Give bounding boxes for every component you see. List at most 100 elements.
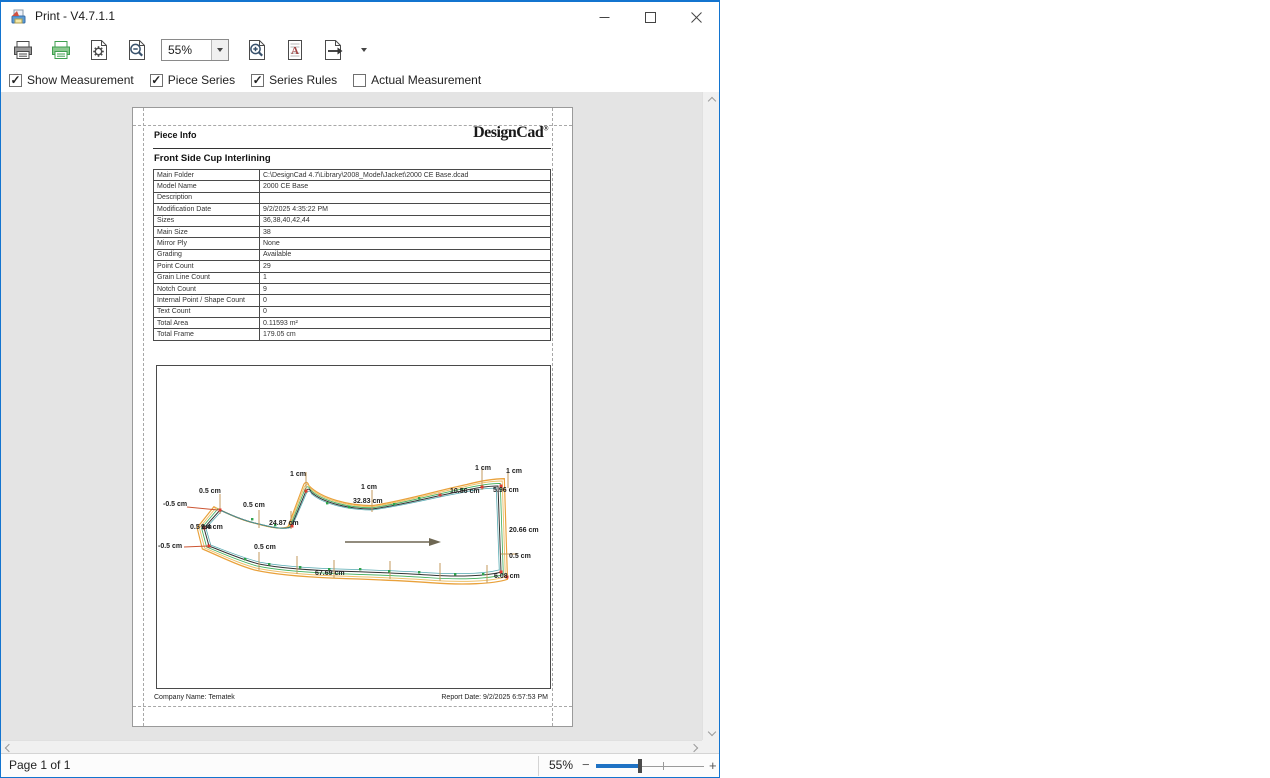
quick-print-button[interactable] — [47, 35, 75, 65]
report-date: Report Date: 9/2/2025 6:57:53 PM — [441, 694, 548, 701]
table-cell-value: 29 — [260, 261, 551, 272]
table-row: GradingAvailable — [154, 249, 551, 260]
table-cell-value: 9 — [260, 283, 551, 294]
table-cell-label: Description — [154, 192, 260, 203]
table-cell-value — [260, 192, 551, 203]
zoom-level-select[interactable]: 55% — [161, 39, 229, 61]
svg-text:A: A — [291, 45, 299, 57]
close-button[interactable] — [673, 2, 719, 32]
page-indicator: Page 1 of 1 — [9, 758, 70, 772]
table-cell-label: Notch Count — [154, 283, 260, 294]
measurement-label: 10.56 cm — [450, 488, 480, 495]
checkbox-piece-series[interactable]: ✓Piece Series — [150, 73, 235, 87]
measurement-label: 0.5 cm — [199, 488, 221, 495]
table-row: Modification Date9/2/2025 4:35:22 PM — [154, 204, 551, 215]
statusbar: Page 1 of 1 55% − + — [1, 753, 719, 777]
toolbar: 55% A — [1, 32, 719, 68]
chevron-down-icon — [217, 48, 223, 52]
vertical-scrollbar[interactable] — [702, 92, 719, 740]
scroll-down-button[interactable] — [703, 723, 719, 740]
chevron-down-icon — [707, 727, 715, 735]
checkbox-series-rules[interactable]: ✓Series Rules — [251, 73, 337, 87]
zoom-slider[interactable] — [596, 754, 704, 778]
chevron-down-icon — [361, 48, 367, 52]
measurement-label: -0.5 cm — [158, 543, 182, 550]
minimize-icon — [599, 12, 610, 23]
table-row: Point Count29 — [154, 261, 551, 272]
table-row: Model Name2000 CE Base — [154, 181, 551, 192]
measurement-label: 0.5 cm — [243, 502, 265, 509]
print-button[interactable] — [9, 35, 37, 65]
measurement-label: 1 cm — [361, 484, 377, 491]
measurement-label: 0.5 cm — [254, 544, 276, 551]
zoom-in-icon — [245, 38, 269, 62]
margin-guide-left — [143, 108, 144, 726]
table-row: Notch Count9 — [154, 283, 551, 294]
measurement-label: 5.96 cm — [493, 487, 519, 494]
checkbox-icon: ✓ — [150, 74, 163, 87]
table-cell-label: Text Count — [154, 306, 260, 317]
maximize-button[interactable] — [627, 2, 673, 32]
horizontal-scrollbar[interactable] — [1, 740, 702, 754]
margin-guide-bottom — [133, 706, 572, 707]
measurement-label: -0.5 cm — [163, 501, 187, 508]
table-row: Main Size38 — [154, 226, 551, 237]
checkbox-icon — [353, 74, 366, 87]
print-preview-area: Piece Info DesignCad® Front Side Cup Int… — [1, 92, 719, 754]
table-cell-value: 38 — [260, 226, 551, 237]
font-settings-button[interactable]: A — [281, 35, 309, 65]
table-row: Sizes36,38,40,42,44 — [154, 215, 551, 226]
export-dropdown-button[interactable] — [357, 35, 371, 65]
zoom-level-dropdown-button[interactable] — [211, 40, 228, 60]
table-row: Description — [154, 192, 551, 203]
measurement-label: 32.83 cm — [353, 498, 383, 505]
table-cell-value: 0.11593 m² — [260, 318, 551, 329]
scroll-up-button[interactable] — [703, 92, 719, 109]
table-cell-label: Internal Point / Shape Count — [154, 295, 260, 306]
measurement-label: 20.66 cm — [509, 527, 539, 534]
zoom-out-button[interactable] — [123, 35, 151, 65]
app-icon — [10, 8, 28, 26]
measurement-label: 1 cm — [475, 465, 491, 472]
zoom-level-value: 55% — [162, 43, 211, 57]
options-row: ✓Show Measurement ✓Piece Series ✓Series … — [1, 68, 719, 92]
measurement-label: 24.87 cm — [269, 520, 299, 527]
scrollbar-corner — [702, 740, 719, 754]
statusbar-zoom-value: 55% — [549, 758, 573, 772]
print-settings-button[interactable] — [85, 35, 113, 65]
zoom-slider-track — [642, 766, 704, 767]
table-cell-label: Grading — [154, 249, 260, 260]
zoom-decrease-button[interactable]: − — [582, 757, 590, 772]
report-section-title: Piece Info — [154, 130, 197, 140]
print-icon — [11, 38, 35, 62]
zoom-out-icon — [125, 38, 149, 62]
table-cell-value: Available — [260, 249, 551, 260]
titlebar[interactable]: Print - V4.7.1.1 — [1, 2, 719, 32]
preview-page: Piece Info DesignCad® Front Side Cup Int… — [132, 107, 573, 727]
export-button[interactable] — [319, 35, 347, 65]
table-cell-value: 9/2/2025 4:35:22 PM — [260, 204, 551, 215]
table-cell-value: 1 — [260, 272, 551, 283]
close-icon — [691, 12, 702, 23]
measurement-label: 0.5 cm — [509, 553, 531, 560]
table-cell-label: Sizes — [154, 215, 260, 226]
table-row: Main FolderC:\DesignCad 4.7\Library\2008… — [154, 170, 551, 181]
table-cell-label: Grain Line Count — [154, 272, 260, 283]
zoom-in-button[interactable] — [243, 35, 271, 65]
quick-print-icon — [49, 38, 73, 62]
table-row: Total Frame179.05 cm — [154, 329, 551, 340]
table-cell-label: Point Count — [154, 261, 260, 272]
print-window: Print - V4.7.1.1 — [0, 0, 720, 778]
minimize-button[interactable] — [581, 2, 627, 32]
table-cell-value: 0 — [260, 295, 551, 306]
zoom-increase-button[interactable]: + — [709, 758, 717, 773]
checkbox-show-measurement[interactable]: ✓Show Measurement — [9, 73, 134, 87]
maximize-icon — [645, 12, 656, 23]
table-cell-label: Main Size — [154, 226, 260, 237]
piece-info-table: Main FolderC:\DesignCad 4.7\Library\2008… — [153, 169, 551, 341]
statusbar-separator — [538, 756, 539, 776]
measurement-label: 6.08 cm — [494, 573, 520, 580]
table-cell-label: Main Folder — [154, 170, 260, 181]
table-cell-value: 179.05 cm — [260, 329, 551, 340]
checkbox-actual-measurement[interactable]: Actual Measurement — [353, 73, 481, 87]
